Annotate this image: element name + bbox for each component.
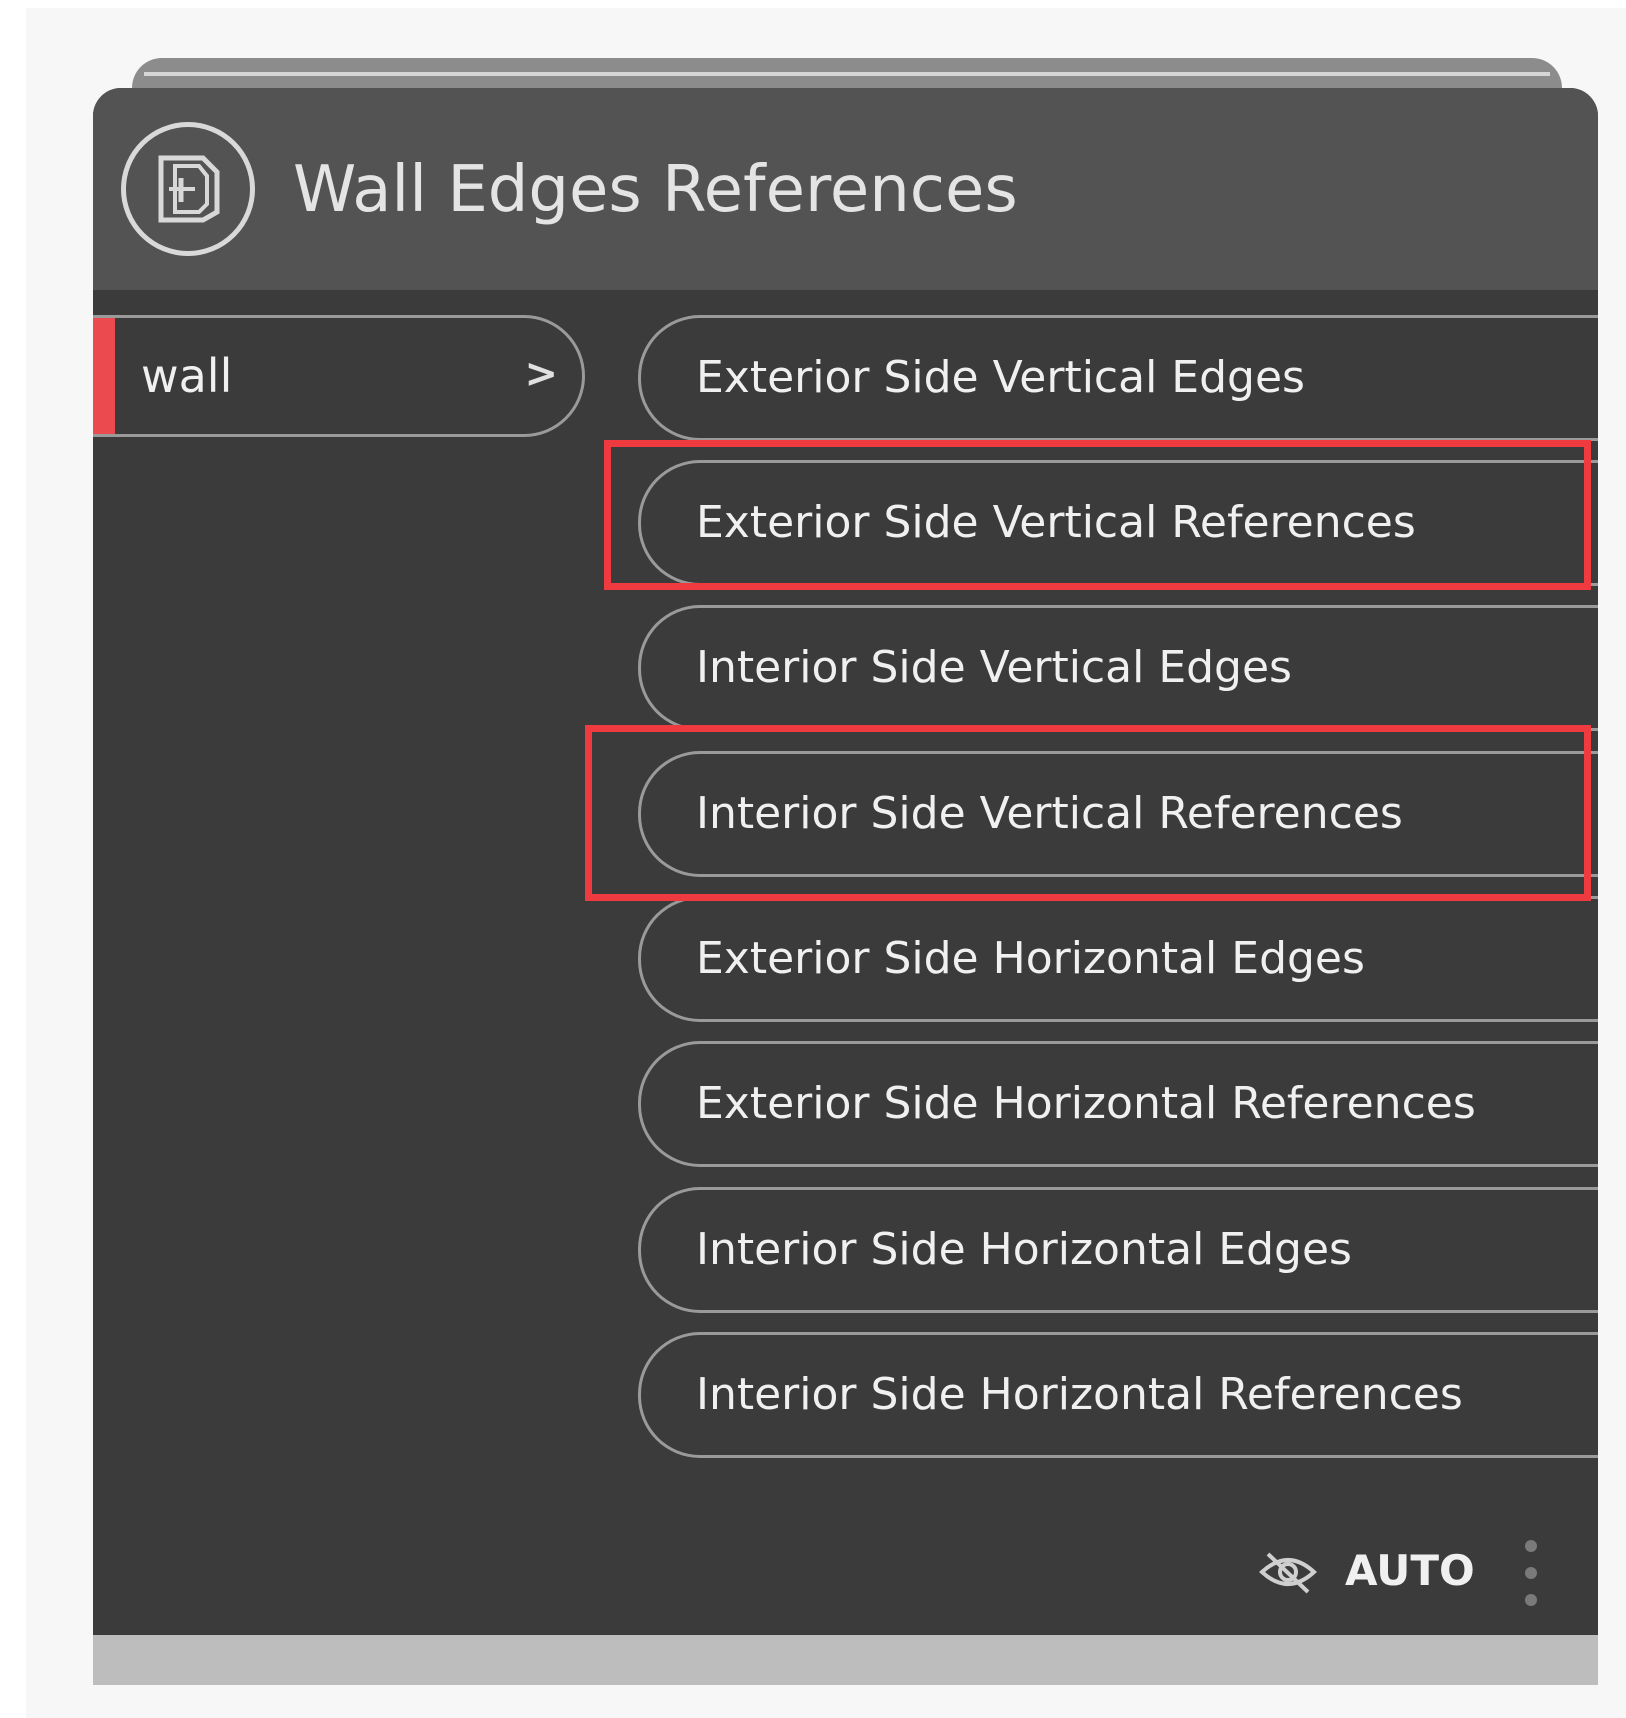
input-port-marker — [93, 318, 115, 434]
output-port-exterior-side-horizontal-references[interactable]: Exterior Side Horizontal References — [638, 1041, 1598, 1167]
output-port-interior-side-horizontal-edges[interactable]: Interior Side Horizontal Edges — [638, 1187, 1598, 1313]
run-mode-label[interactable]: AUTO — [1345, 1545, 1475, 1597]
more-vertical-icon[interactable] — [1521, 1538, 1541, 1608]
output-port-label: Exterior Side Vertical References — [696, 497, 1416, 548]
output-port-label: Exterior Side Horizontal Edges — [696, 933, 1365, 984]
output-port-label: Interior Side Horizontal References — [696, 1369, 1463, 1420]
output-port-interior-side-horizontal-references[interactable]: Interior Side Horizontal References — [638, 1332, 1598, 1458]
output-port-label: Exterior Side Horizontal References — [696, 1078, 1476, 1129]
eye-hidden-icon[interactable] — [1258, 1548, 1318, 1596]
node-bottom-bar — [93, 1635, 1598, 1685]
output-port-label: Interior Side Horizontal Edges — [696, 1224, 1352, 1275]
input-port-label: wall — [141, 349, 233, 403]
output-port-exterior-side-vertical-edges[interactable]: Exterior Side Vertical Edges — [638, 315, 1598, 441]
input-port-wall[interactable]: wall > — [93, 315, 585, 437]
chevron-right-icon: > — [524, 351, 558, 397]
output-port-interior-side-vertical-edges[interactable]: Interior Side Vertical Edges — [638, 605, 1598, 731]
wall-node-icon — [121, 122, 255, 256]
node-title: Wall Edges References — [293, 153, 1018, 227]
output-port-label: Exterior Side Vertical Edges — [696, 352, 1305, 403]
output-port-exterior-side-vertical-references[interactable]: Exterior Side Vertical References — [638, 460, 1598, 586]
output-port-label: Interior Side Vertical References — [696, 788, 1403, 839]
output-port-exterior-side-horizontal-edges[interactable]: Exterior Side Horizontal Edges — [638, 896, 1598, 1022]
node-header[interactable]: Wall Edges References — [93, 88, 1598, 290]
output-port-interior-side-vertical-references[interactable]: Interior Side Vertical References — [638, 751, 1598, 877]
output-port-label: Interior Side Vertical Edges — [696, 642, 1292, 693]
node-header-edge — [132, 58, 1562, 92]
wall-edges-references-node[interactable]: Wall Edges References wall > Exterior Si… — [93, 88, 1598, 1635]
